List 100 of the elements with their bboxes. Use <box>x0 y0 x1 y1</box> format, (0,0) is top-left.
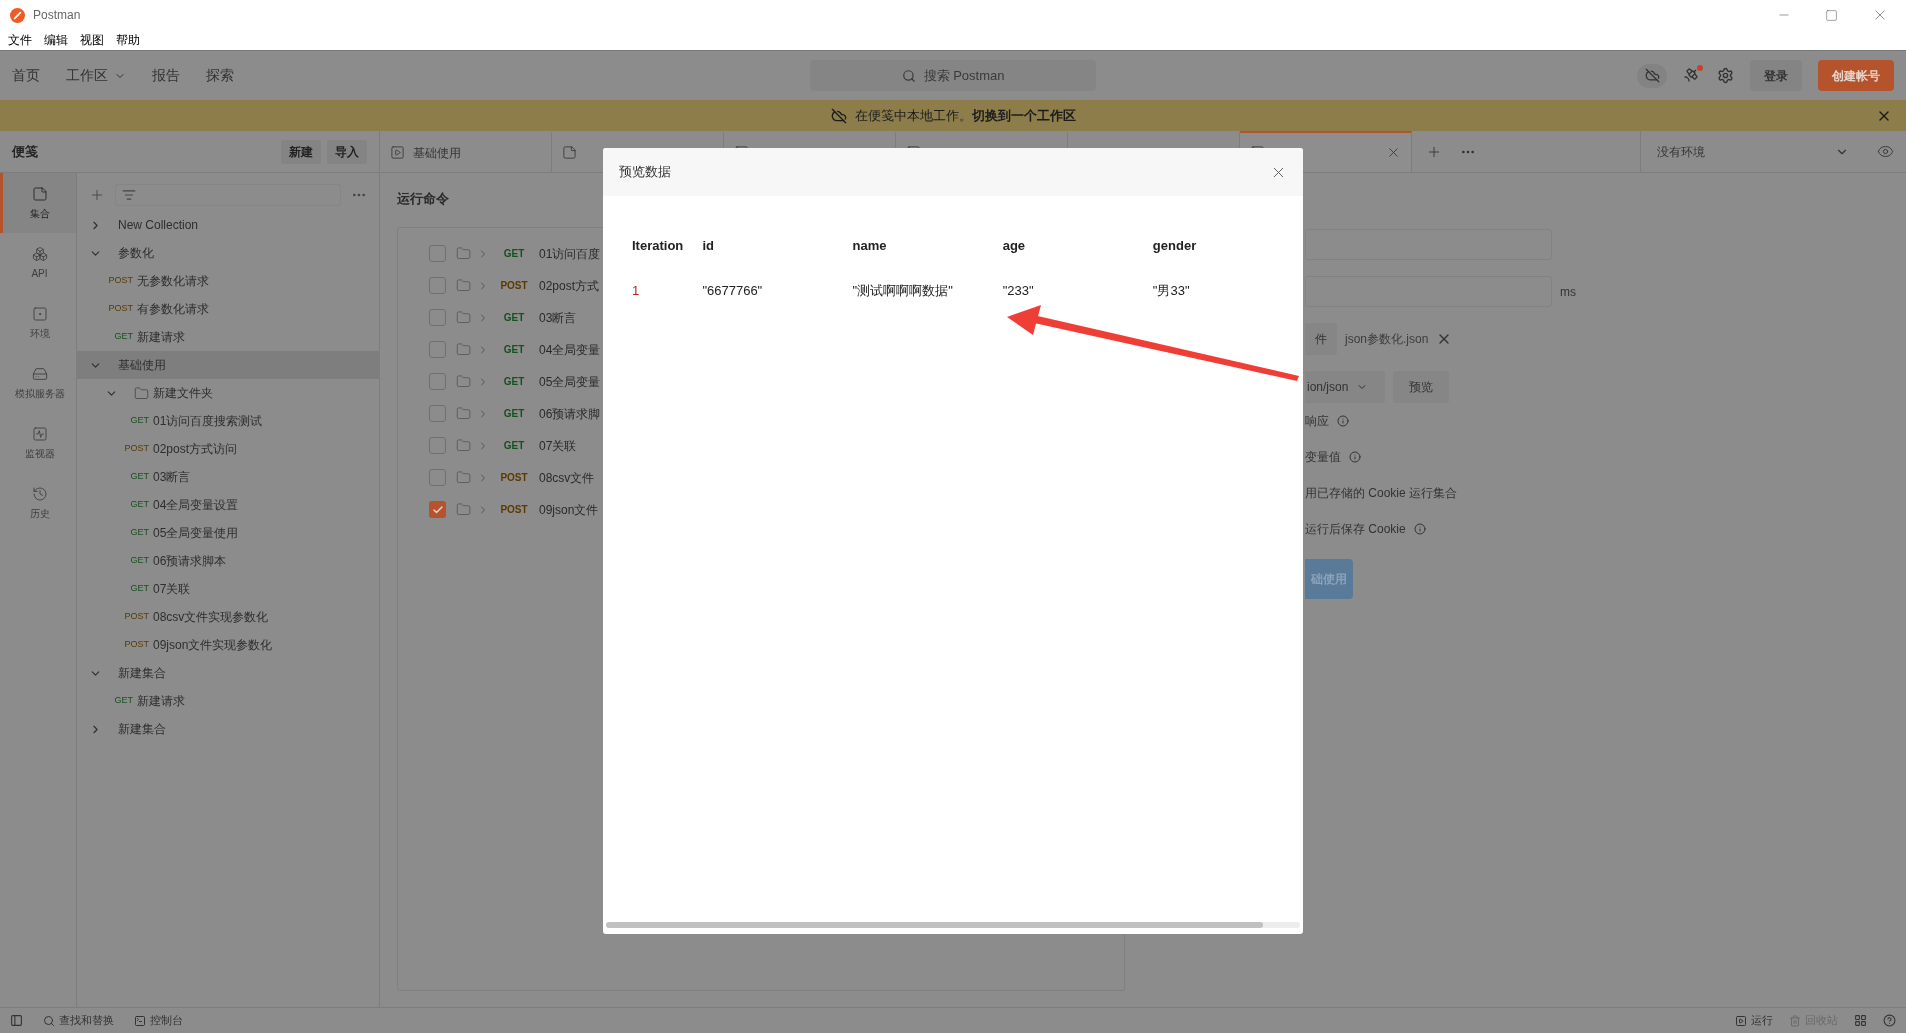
sidebar-button[interactable]: 新建 <box>281 139 321 164</box>
checkbox[interactable] <box>429 309 446 326</box>
search-field[interactable]: 搜索 Postman <box>810 60 1096 91</box>
tree-item[interactable]: POST 08csv文件实现参数化 <box>77 603 379 631</box>
checkbox[interactable] <box>429 341 446 358</box>
maximize-icon[interactable] <box>1825 8 1838 22</box>
rail-item[interactable]: 集合 <box>0 173 76 233</box>
tab-icon <box>390 145 405 160</box>
filter-icon <box>122 188 136 202</box>
column-header: gender <box>1152 237 1198 256</box>
status-bar-item[interactable]: 控制台 <box>134 1012 183 1029</box>
method-label: POST <box>499 471 529 485</box>
tree-item[interactable]: 新建集合 <box>77 715 379 743</box>
method-label: GET <box>113 330 133 344</box>
tree-item[interactable]: GET 新建请求 <box>77 323 379 351</box>
menu-item[interactable]: 编辑 <box>44 31 68 49</box>
filter-field[interactable] <box>115 184 341 206</box>
menu-item[interactable]: 帮助 <box>116 31 140 49</box>
folder-icon <box>456 374 471 389</box>
rail-item[interactable]: 环境 <box>0 293 76 353</box>
table-cell-text: "233" <box>1002 282 1035 301</box>
tree-item[interactable]: GET 05全局变量使用 <box>77 519 379 547</box>
request-name: 01访问百度 <box>539 245 601 263</box>
tab[interactable]: 基础使用 <box>380 131 552 172</box>
tree-item[interactable]: GET 07关联 <box>77 575 379 603</box>
status-bar-item[interactable]: 运行 <box>1735 1012 1773 1029</box>
option-label: 变量值 <box>1305 449 1341 466</box>
folder-icon <box>456 502 471 517</box>
tree-item[interactable]: GET 01访问百度搜索测试 <box>77 407 379 435</box>
preview-button[interactable]: 预览 <box>1393 371 1449 403</box>
file-type-dropdown[interactable]: ion/json <box>1305 371 1385 403</box>
checkbox[interactable] <box>429 277 446 294</box>
checkbox[interactable] <box>429 437 446 454</box>
tree-item[interactable]: GET 06预请求脚本 <box>77 547 379 575</box>
environment-dropdown[interactable]: 没有环境 <box>1640 131 1865 172</box>
tree-label: 新建集合 <box>118 721 166 738</box>
close-icon[interactable] <box>1386 145 1401 160</box>
request-name: 03断言 <box>539 309 577 327</box>
menu-item[interactable]: 视图 <box>80 31 104 49</box>
add-icon[interactable] <box>89 187 105 203</box>
tree-item[interactable]: 新建集合 <box>77 659 379 687</box>
tree-label: 08csv文件实现参数化 <box>153 609 269 626</box>
search-icon <box>901 68 916 83</box>
checkbox[interactable] <box>429 405 446 422</box>
tree-item[interactable]: 基础使用 <box>77 351 379 379</box>
nav-link[interactable]: 工作区 <box>66 65 126 86</box>
tree-label: 05全局变量使用 <box>153 525 239 542</box>
request-name: 07关联 <box>539 437 577 455</box>
folder-icon <box>456 406 471 421</box>
table-cell-text: "6677766" <box>702 282 764 301</box>
scrollbar[interactable] <box>606 922 1300 928</box>
nav-link[interactable]: 探索 <box>206 65 234 86</box>
tree-item[interactable]: GET 03断言 <box>77 463 379 491</box>
tree-item[interactable]: 新建文件夹 <box>77 379 379 407</box>
rail-item[interactable]: 历史 <box>0 473 76 533</box>
checkbox[interactable] <box>429 469 446 486</box>
checkbox[interactable] <box>429 373 446 390</box>
rail-item[interactable]: 监视器 <box>0 413 76 473</box>
method-label: POST <box>499 503 529 517</box>
tree-item[interactable]: POST 09json文件实现参数化 <box>77 631 379 659</box>
rail-item[interactable]: 模拟服务器 <box>0 353 76 413</box>
tree-label: 有参数化请求 <box>137 301 209 318</box>
tree-item[interactable]: POST 无参数化请求 <box>77 267 379 295</box>
rail-item[interactable]: API <box>0 233 76 293</box>
sync-button[interactable] <box>1637 63 1667 88</box>
eye-icon[interactable] <box>1877 143 1894 160</box>
method-label: POST <box>107 302 133 316</box>
request-name: 05全局变量 <box>539 373 601 391</box>
tree-item[interactable]: POST 02post方式访问 <box>77 435 379 463</box>
status-bar-item[interactable]: 查找和替换 <box>43 1012 114 1029</box>
tree-item[interactable]: GET 新建请求 <box>77 687 379 715</box>
cloud-off-icon <box>830 107 847 124</box>
create-account-button[interactable]: 创建帐号 <box>1818 60 1894 91</box>
nav-link[interactable]: 首页 <box>12 65 40 86</box>
menu-item[interactable]: 文件 <box>8 31 32 49</box>
select-file-button[interactable]: 件 <box>1305 323 1337 355</box>
sign-in-button[interactable]: 登录 <box>1750 60 1802 91</box>
nav-link[interactable]: 报告 <box>152 65 180 86</box>
tree-label: 03断言 <box>153 469 191 486</box>
dialog-title: 预览数据 <box>619 163 671 182</box>
tree-item[interactable]: New Collection <box>77 211 379 239</box>
help-icon[interactable] <box>1883 1014 1896 1027</box>
banner-text: 在便笺中本地工作。切换到一个工作区 <box>854 106 1076 125</box>
tree-label: 09json文件实现参数化 <box>153 637 273 654</box>
method-label: POST <box>123 610 149 624</box>
folder-icon <box>456 438 471 453</box>
tree-item[interactable]: GET 04全局变量设置 <box>77 491 379 519</box>
tree-item[interactable]: POST 有参数化请求 <box>77 295 379 323</box>
trash-icon <box>1789 1014 1801 1027</box>
layout-icon[interactable] <box>1854 1014 1867 1027</box>
settings-icon[interactable] <box>1717 67 1734 84</box>
sidebar-toggle-icon[interactable] <box>10 1014 23 1027</box>
method-label: POST <box>123 638 149 652</box>
checkbox[interactable] <box>429 501 446 518</box>
table-cell-text: "测试啊啊啊数据" <box>852 282 954 301</box>
unit-label: ms <box>1560 283 1576 301</box>
checkbox[interactable] <box>429 245 446 262</box>
tree-item[interactable]: 参数化 <box>77 239 379 267</box>
tree-label: 无参数化请求 <box>137 273 209 290</box>
sidebar-button[interactable]: 导入 <box>327 139 367 164</box>
